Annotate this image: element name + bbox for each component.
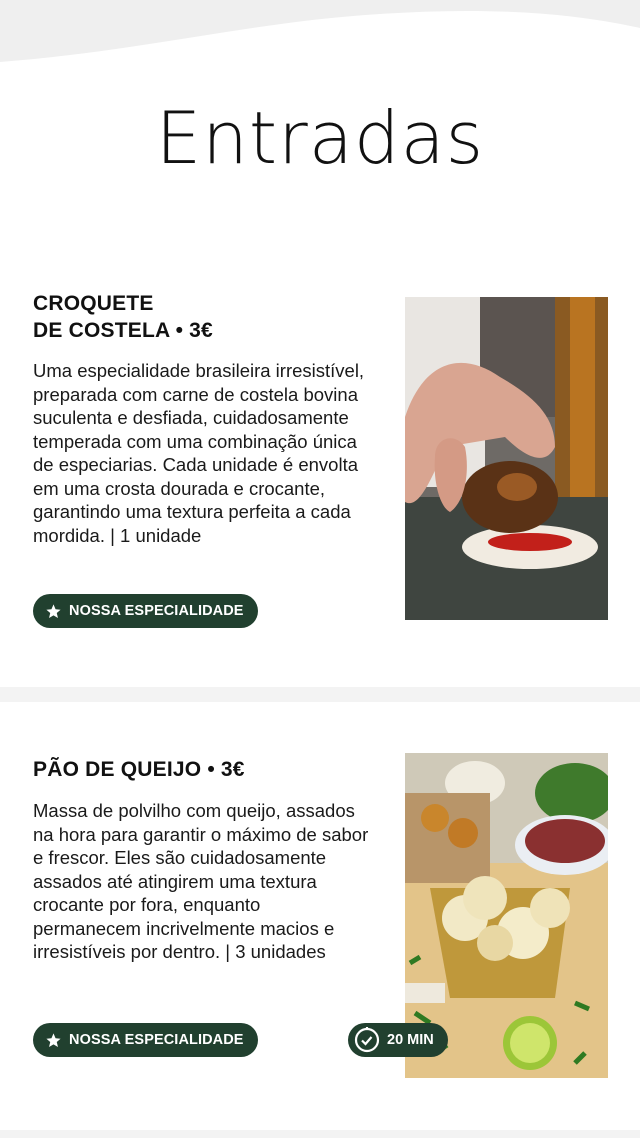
prep-time-badge: 20 MIN: [348, 1023, 448, 1057]
croquete-photo: [405, 297, 608, 620]
croquete-title-line2: DE COSTELA • 3€: [33, 319, 213, 342]
star-icon: [46, 603, 61, 618]
croquete-title: CROQUETE DE COSTELA • 3€: [33, 290, 373, 344]
croquete-description: Uma especialidade brasileira irresistíve…: [33, 360, 365, 546]
pao-description: Massa de polvilho com queijo, assados na…: [33, 800, 369, 962]
croquete-title-line1: CROQUETE: [33, 292, 154, 315]
clock-check-icon: [354, 1027, 380, 1053]
specialty-badge: NOSSA ESPECIALIDADE: [33, 1023, 258, 1057]
badge-label: NOSSA ESPECIALIDADE: [69, 1032, 244, 1048]
star-icon: [46, 1032, 61, 1047]
header-wave: [0, 0, 640, 70]
prep-time-label: 20 MIN: [387, 1032, 434, 1048]
page-title: Entradas: [155, 96, 485, 180]
menu-item-card-croquete: Entradas CROQUETE DE COSTELA • 3€ Uma es…: [0, 70, 640, 687]
specialty-badge: NOSSA ESPECIALIDADE: [33, 594, 258, 628]
badge-label: NOSSA ESPECIALIDADE: [69, 603, 244, 619]
menu-item-card-pao-de-queijo: PÃO DE QUEIJO • 3€ Massa de polvilho com…: [0, 702, 640, 1130]
pao-title-line1: PÃO DE QUEIJO • 3€: [33, 758, 245, 781]
pao-title: PÃO DE QUEIJO • 3€: [33, 756, 373, 783]
